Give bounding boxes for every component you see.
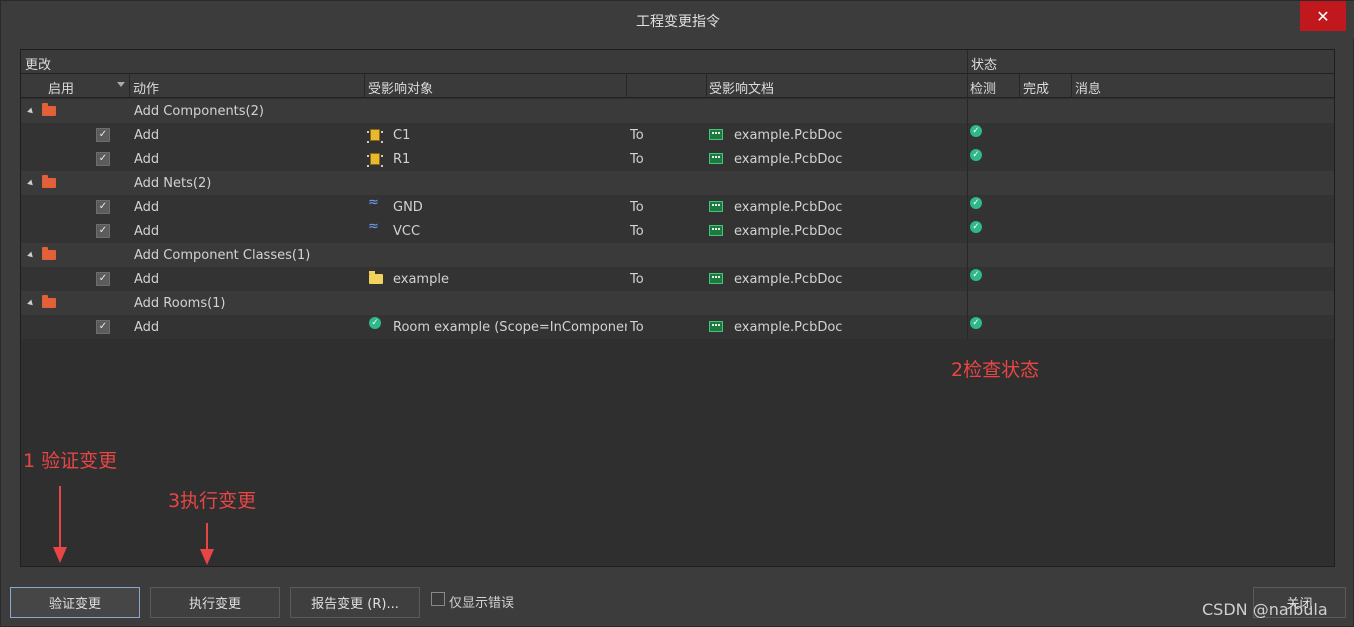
group-row[interactable]: Add Nets(2) [21, 171, 1334, 195]
net-icon: ≈ [368, 219, 379, 234]
col-action[interactable]: 动作 [133, 78, 159, 97]
col-doc[interactable]: 受影响文档 [709, 78, 774, 97]
validate-changes-button[interactable]: 验证变更 [10, 587, 140, 618]
component-icon [367, 129, 383, 143]
dialog-title: 工程变更指令 [636, 14, 720, 30]
target-cell: C1 [393, 128, 411, 143]
pcb-doc-icon [709, 153, 723, 164]
target-cell: R1 [393, 152, 411, 167]
enable-checkbox[interactable]: ✓ [96, 320, 110, 334]
target-cell: GND [393, 200, 423, 215]
action-cell: Add [134, 320, 160, 335]
only-errors-label: 仅显示错误 [449, 596, 515, 611]
col-enable[interactable]: 启用 [48, 78, 74, 97]
header-group-row: 更改 状态 [21, 50, 1334, 74]
doc-cell: example.PcbDoc [734, 128, 843, 143]
net-icon: ≈ [368, 195, 379, 210]
to-cell: To [630, 320, 644, 335]
target-cell: Room example (Scope=InComponentC [393, 320, 627, 335]
to-cell: To [630, 152, 644, 167]
annotation-validate: 1 验证变更 [23, 450, 118, 472]
arrow-execute [206, 523, 208, 550]
execute-changes-button[interactable]: 执行变更 [150, 587, 280, 618]
component-icon [367, 153, 383, 167]
action-cell: Add [134, 128, 160, 143]
arrowhead-validate-icon [53, 547, 67, 563]
to-cell: To [630, 128, 644, 143]
arrowhead-execute-icon [200, 549, 214, 565]
change-row[interactable]: ✓ Add ≈ VCC To example.PcbDoc ✓ [21, 219, 1334, 243]
annotation-check-status: 2检查状态 [951, 359, 1040, 381]
expand-triangle-icon[interactable] [27, 251, 35, 260]
eco-dialog: 工程变更指令 ✕ 更改 状态 启用 动作 受影响对象 受影响文档 检测 完成 消… [0, 0, 1354, 627]
folder-icon [42, 103, 56, 116]
group-label: Add Component Classes(1) [134, 248, 311, 263]
pcb-doc-icon [709, 273, 723, 284]
action-cell: Add [134, 152, 160, 167]
group-label: Add Nets(2) [134, 176, 212, 191]
title-bar: 工程变更指令 ✕ [1, 1, 1354, 39]
enable-checkbox[interactable]: ✓ [96, 272, 110, 286]
enable-checkbox[interactable]: ✓ [96, 152, 110, 166]
change-row[interactable]: ✓ Add example To example.PcbDoc ✓ [21, 267, 1334, 291]
col-check[interactable]: 检测 [970, 78, 996, 97]
enable-checkbox[interactable]: ✓ [96, 200, 110, 214]
only-errors-checkbox[interactable] [431, 592, 445, 606]
target-cell: VCC [393, 224, 421, 239]
action-cell: Add [134, 224, 160, 239]
change-row[interactable]: ✓ Add C1 To example.PcbDoc ✓ [21, 123, 1334, 147]
to-cell: To [630, 272, 644, 287]
check-ok-icon: ✓ [970, 269, 982, 281]
folder-icon [42, 175, 56, 188]
annotation-execute: 3执行变更 [168, 490, 257, 512]
action-cell: Add [134, 272, 160, 287]
doc-cell: example.PcbDoc [734, 224, 843, 239]
change-row[interactable]: ✓ Add ≈ GND To example.PcbDoc ✓ [21, 195, 1334, 219]
col-message[interactable]: 消息 [1075, 78, 1101, 97]
group-row[interactable]: Add Rooms(1) [21, 291, 1334, 315]
pcb-doc-icon [709, 321, 723, 332]
room-icon: ✓ [369, 317, 381, 329]
expand-triangle-icon[interactable] [27, 179, 35, 188]
folder-icon [42, 295, 56, 308]
enable-checkbox[interactable]: ✓ [96, 128, 110, 142]
group-row[interactable]: Add Components(2) [21, 99, 1334, 123]
change-row[interactable]: ✓ Add ✓ Room example (Scope=InComponentC… [21, 315, 1334, 339]
arrow-validate [59, 486, 61, 548]
to-cell: To [630, 224, 644, 239]
header-status: 状态 [971, 58, 998, 73]
change-row[interactable]: ✓ Add R1 To example.PcbDoc ✓ [21, 147, 1334, 171]
doc-cell: example.PcbDoc [734, 320, 843, 335]
doc-cell: example.PcbDoc [734, 200, 843, 215]
group-row[interactable]: Add Component Classes(1) [21, 243, 1334, 267]
action-cell: Add [134, 200, 160, 215]
class-folder-icon [369, 271, 383, 284]
to-cell: To [630, 200, 644, 215]
watermark: CSDN @naibula [1202, 600, 1328, 619]
check-ok-icon: ✓ [970, 221, 982, 233]
folder-icon [42, 247, 56, 260]
check-ok-icon: ✓ [970, 317, 982, 329]
group-label: Add Components(2) [134, 104, 264, 119]
pcb-doc-icon [709, 225, 723, 236]
check-ok-icon: ✓ [970, 197, 982, 209]
close-icon[interactable]: ✕ [1300, 1, 1346, 31]
col-target[interactable]: 受影响对象 [368, 78, 433, 97]
check-ok-icon: ✓ [970, 149, 982, 161]
expand-triangle-icon[interactable] [27, 299, 35, 308]
header-changes: 更改 [25, 58, 52, 73]
pcb-doc-icon [709, 201, 723, 212]
group-label: Add Rooms(1) [134, 296, 226, 311]
col-done[interactable]: 完成 [1023, 78, 1049, 97]
pcb-doc-icon [709, 129, 723, 140]
header-column-row: 启用 动作 受影响对象 受影响文档 检测 完成 消息 [21, 74, 1334, 98]
enable-checkbox[interactable]: ✓ [96, 224, 110, 238]
expand-triangle-icon[interactable] [27, 107, 35, 116]
doc-cell: example.PcbDoc [734, 152, 843, 167]
report-changes-button[interactable]: 报告变更 (R)... [290, 587, 420, 618]
check-ok-icon: ✓ [970, 125, 982, 137]
sort-dropdown-icon[interactable] [117, 82, 125, 87]
doc-cell: example.PcbDoc [734, 272, 843, 287]
target-cell: example [393, 272, 449, 287]
